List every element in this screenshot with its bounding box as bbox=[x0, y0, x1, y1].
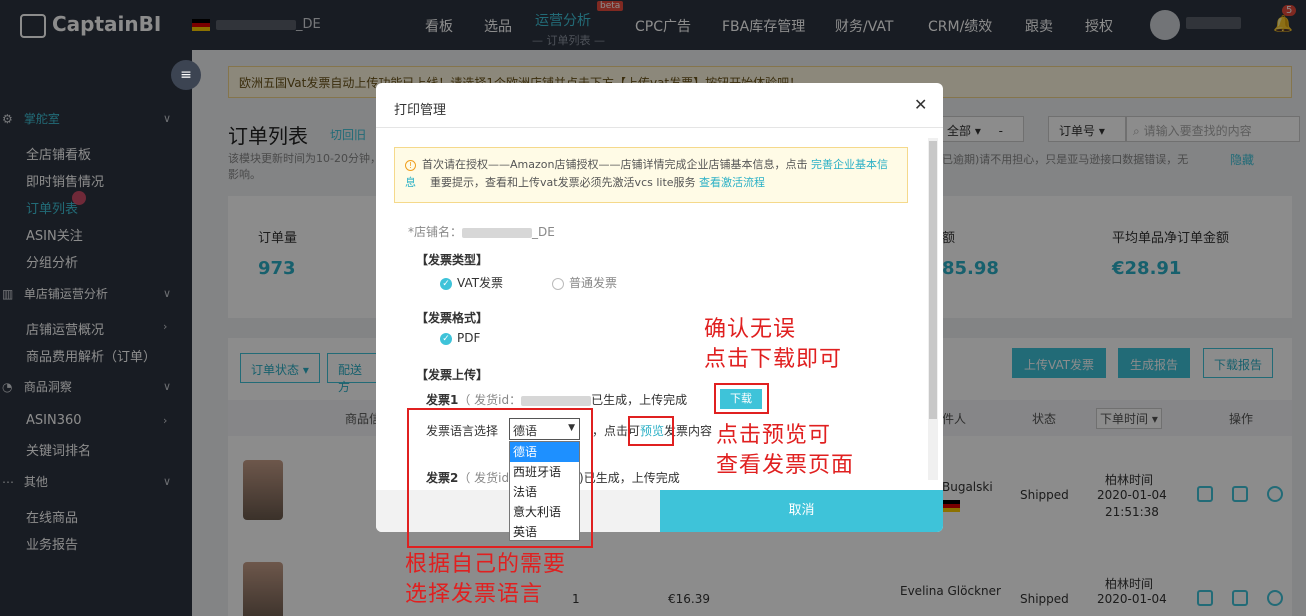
pdf-label: PDF bbox=[457, 331, 481, 345]
cancel-button[interactable]: 取消 bbox=[660, 490, 943, 532]
tip-text: 首次请在授权——Amazon店铺授权——店铺详情完成企业店铺基本信息，点击 bbox=[422, 158, 808, 171]
annotation-confirm: 确认无误点击下载即可 bbox=[704, 315, 842, 375]
pdf-checkbox[interactable]: ✓ PDF bbox=[440, 331, 480, 345]
annotation-language-line2: 选择发票语言 bbox=[405, 582, 544, 607]
dialog-title: 打印管理 bbox=[394, 103, 447, 118]
close-icon[interactable]: ✕ bbox=[914, 95, 927, 114]
vat-invoice-label: VAT发票 bbox=[457, 276, 504, 290]
annotation-language-line1: 根据自己的需要 bbox=[405, 552, 567, 577]
annotation-preview-line1: 点击预览可 bbox=[716, 423, 832, 448]
invoice-format-label: 【发票格式】 bbox=[416, 311, 489, 325]
invoice1-id-label: （ 发货id： bbox=[458, 393, 522, 407]
radio-icon bbox=[552, 277, 564, 290]
warning-icon: ! bbox=[405, 160, 416, 171]
annotation-preview: 点击预览可查看发票页面 bbox=[716, 421, 854, 481]
download-highlight-box bbox=[714, 383, 769, 414]
annotation-confirm-line1: 确认无误 bbox=[704, 317, 797, 342]
store-name-blurred bbox=[462, 227, 533, 238]
dialog-scrollbar-thumb[interactable] bbox=[929, 141, 937, 419]
invoice1-status: 已生成，上传完成 bbox=[591, 393, 688, 407]
dialog-divider bbox=[376, 127, 943, 128]
invoice1-row: 发票1（ 发货id： 已生成，上传完成 bbox=[426, 391, 687, 408]
normal-invoice-radio[interactable]: 普通发票 bbox=[552, 274, 617, 291]
annotation-confirm-line2: 点击下载即可 bbox=[704, 347, 843, 372]
vat-invoice-radio[interactable]: ✓ VAT发票 bbox=[440, 274, 503, 291]
sidebar-collapse-icon[interactable]: ≡ bbox=[171, 60, 201, 90]
invoice1-label: 发票1 bbox=[426, 393, 459, 407]
checked-icon: ✓ bbox=[440, 277, 452, 290]
tip-text-2: 重要提示，查看和上传vat发票必须先激活vcs lite服务 bbox=[430, 176, 696, 189]
annotation-preview-line2: 查看发票页面 bbox=[716, 453, 855, 478]
language-highlight-box bbox=[407, 408, 593, 548]
preview-highlight-box bbox=[628, 416, 674, 446]
store-suffix: _DE bbox=[532, 225, 555, 239]
store-name-label: *店铺名： bbox=[408, 225, 463, 239]
checked-icon: ✓ bbox=[440, 332, 452, 345]
invoice-type-label: 【发票类型】 bbox=[416, 253, 489, 267]
invoice-upload-label: 【发票上传】 bbox=[416, 368, 489, 382]
annotation-language: 根据自己的需要 选择发票语言 bbox=[405, 550, 566, 610]
normal-invoice-label: 普通发票 bbox=[569, 276, 618, 290]
shipment-id-blurred bbox=[521, 395, 592, 406]
setup-tip: ! 首次请在授权——Amazon店铺授权——店铺详情完成企业店铺基本信息，点击 完… bbox=[394, 147, 908, 203]
store-name-row: *店铺名： _DE bbox=[408, 223, 555, 240]
activation-guide-link[interactable]: 查看激活流程 bbox=[699, 176, 765, 189]
